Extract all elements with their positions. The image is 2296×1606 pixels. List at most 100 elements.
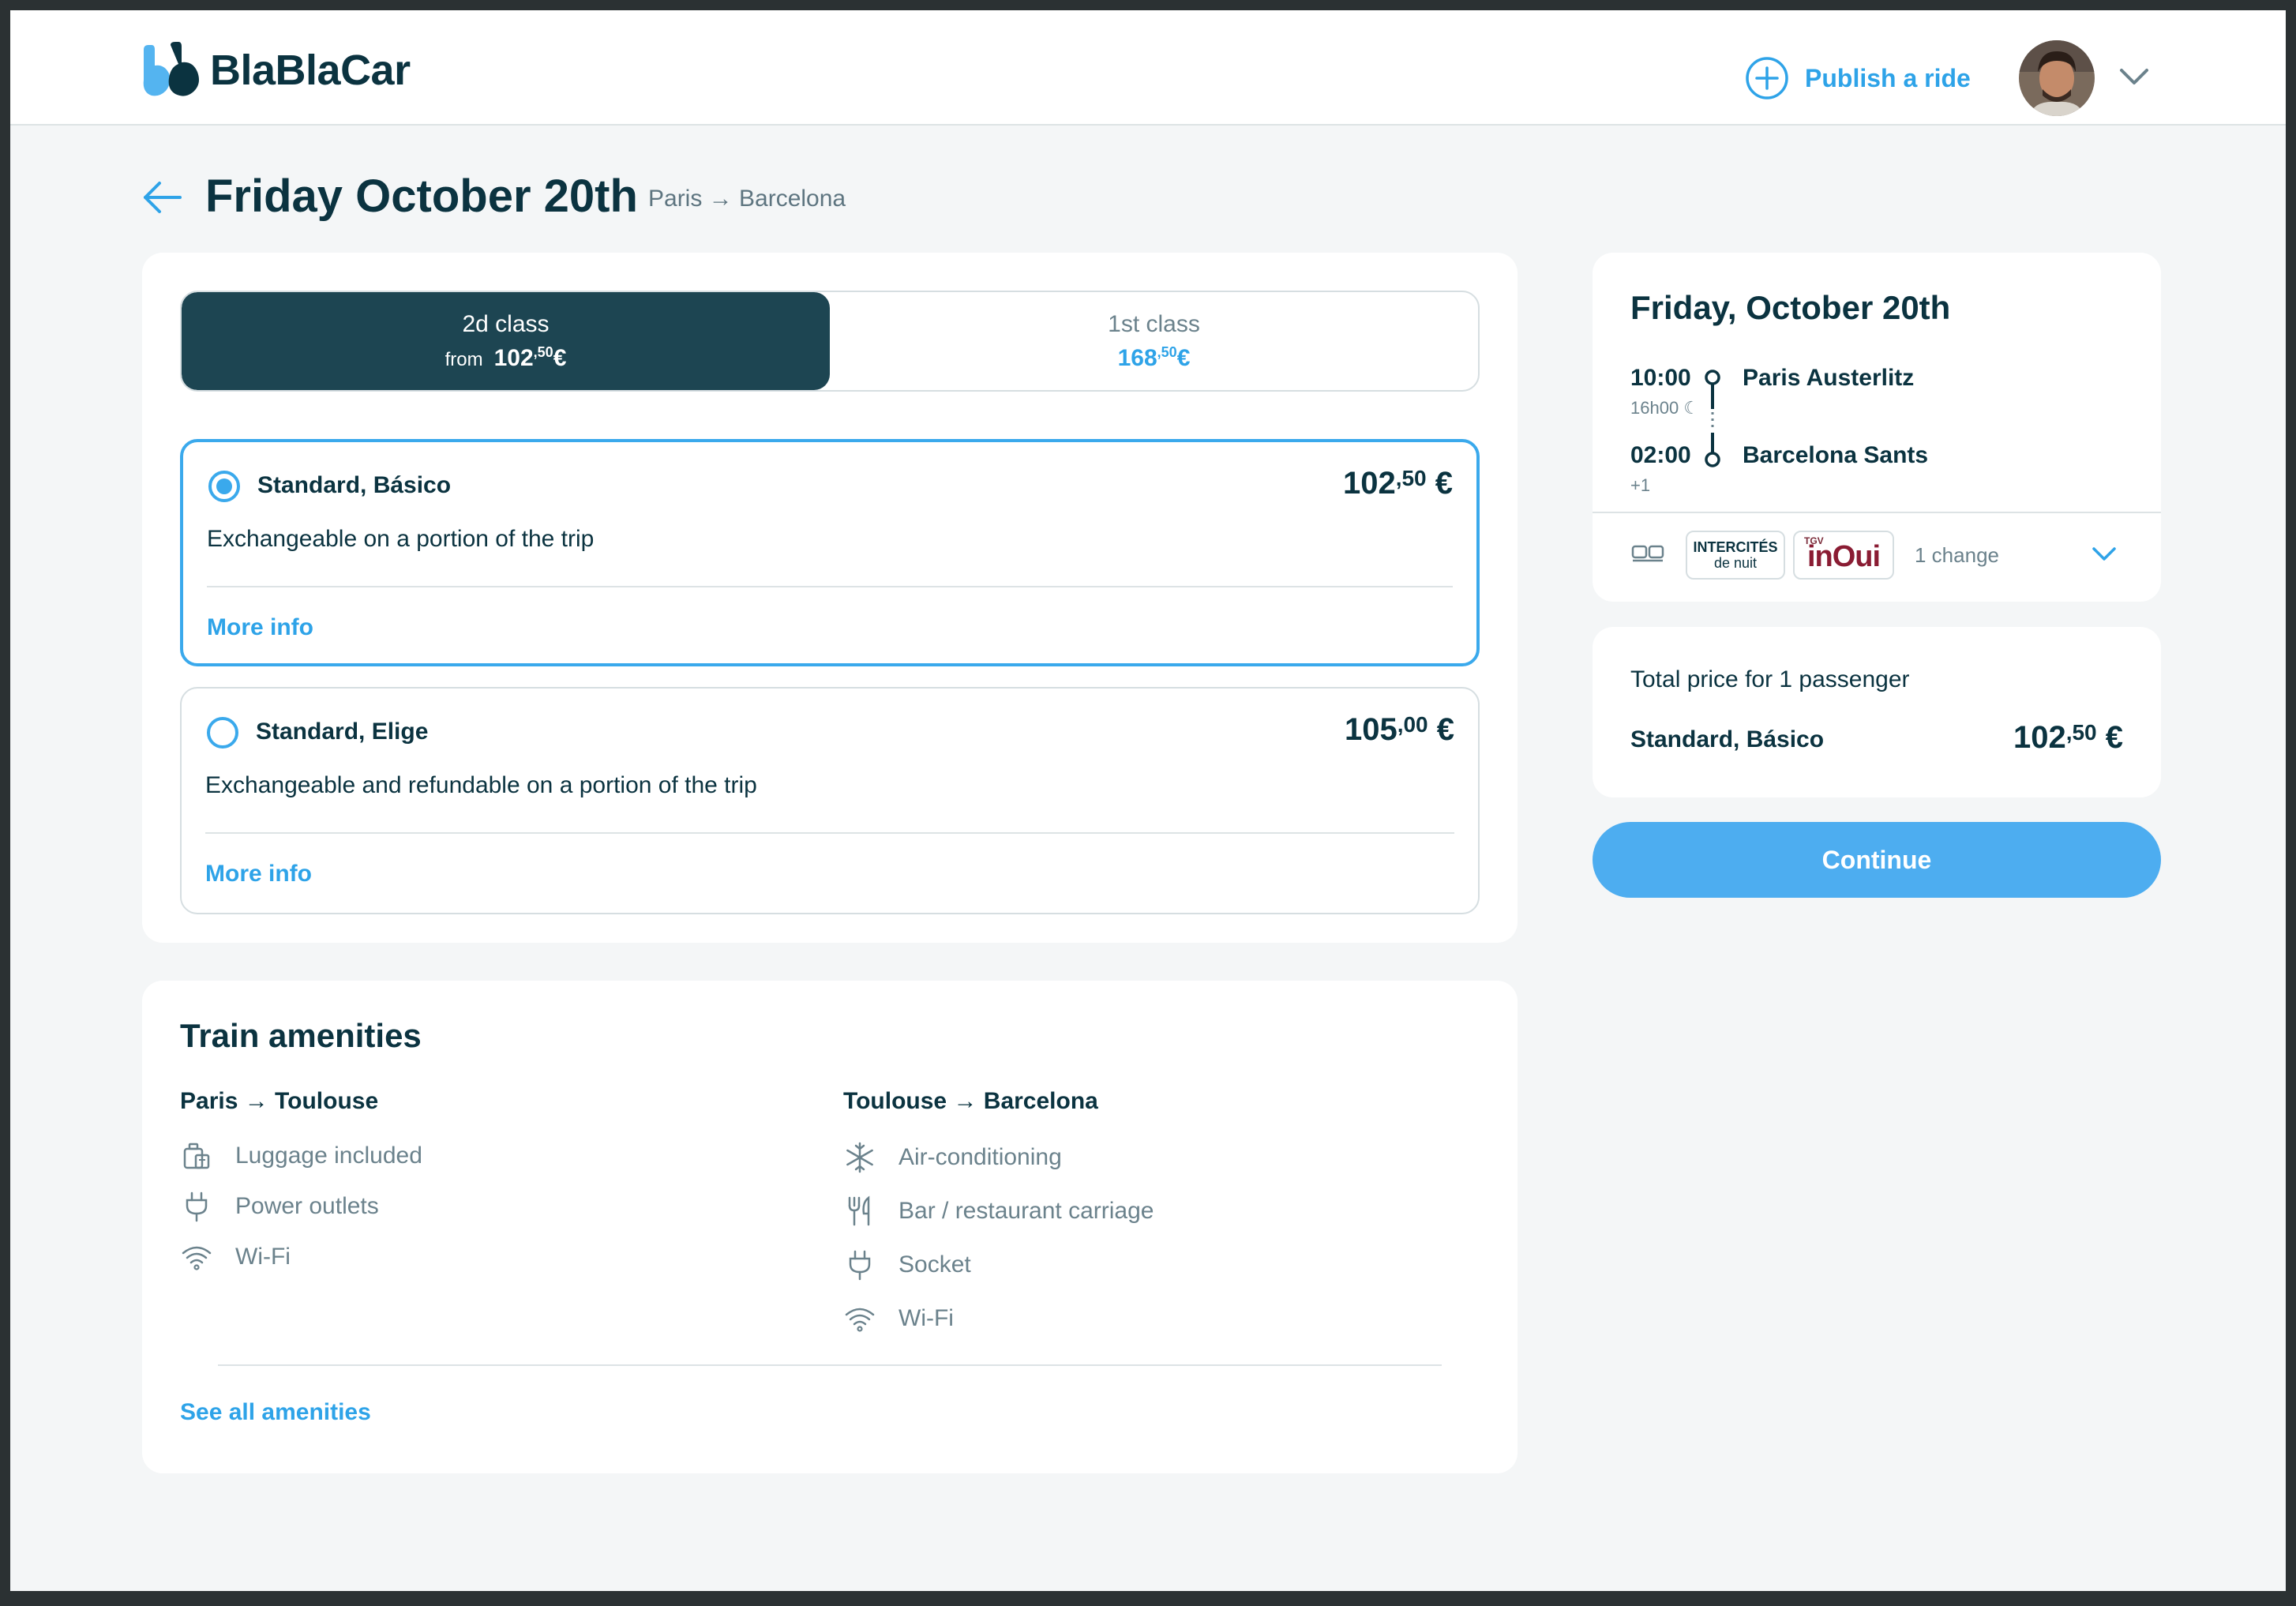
operator-small: TGV: [1804, 535, 1824, 546]
tab-label: 1st class: [1108, 310, 1200, 337]
fare-price-currency: €: [1426, 466, 1453, 501]
total-price-currency: €: [2096, 720, 2123, 755]
fare-price-decimals: ,00: [1397, 712, 1428, 737]
tab-label: 2d class: [462, 310, 550, 337]
train-bed-icon: [1631, 545, 1664, 562]
amenity-label: Bar / restaurant carriage: [899, 1198, 1154, 1224]
arrival-time: 02:00: [1630, 442, 1691, 468]
amenity-item: Air-conditioning: [843, 1131, 1154, 1184]
blablacar-logo[interactable]: BlaBlaCar: [141, 42, 411, 99]
tgv-inoui-badge: TGV inOui: [1793, 531, 1894, 580]
avatar-image: [2019, 40, 2095, 116]
total-label: Total price for 1 passenger: [1630, 666, 1910, 692]
fare-price-main: 105: [1344, 712, 1397, 747]
divider: [218, 1364, 1442, 1366]
wifi-icon: [845, 1308, 875, 1332]
more-info-link[interactable]: More info: [205, 861, 312, 887]
changes-count: 1 change: [1915, 543, 1999, 567]
radio-button[interactable]: [207, 717, 238, 749]
divider: [207, 586, 1453, 587]
snowflake-icon: [846, 1142, 873, 1173]
amenity-label: Wi-Fi: [899, 1305, 954, 1331]
amenity-label: Air-conditioning: [899, 1144, 1062, 1170]
amenities-title: Train amenities: [180, 1017, 422, 1054]
tab-price-line: from 102,50€: [445, 344, 567, 372]
amenity-label: Socket: [899, 1251, 971, 1278]
tab-price: 102,50€: [494, 344, 567, 372]
total-price: 102,50 €: [2013, 720, 2123, 756]
more-info-link[interactable]: More info: [207, 614, 313, 641]
fork-knife-icon: [848, 1195, 870, 1226]
total-fare-name: Standard, Básico: [1630, 726, 1825, 752]
amenity-label: Wi-Fi: [235, 1244, 291, 1270]
amenity-label: Luggage included: [235, 1143, 422, 1169]
train-amenities-card: Train amenities Paris → Toulouse Luggage…: [142, 981, 1518, 1473]
intercites-de-nuit-badge: INTERCITÉS de nuit: [1686, 531, 1785, 580]
duration-text: 16h00: [1630, 398, 1679, 418]
amenity-item: Bar / restaurant carriage: [843, 1184, 1154, 1238]
trip-summary-card: Friday, October 20th 10:00 16h00 ☾ 02:00…: [1593, 253, 2161, 602]
blablacar-logo-icon: [143, 42, 199, 96]
tab-price-main: 168: [1117, 344, 1157, 371]
departure-time: 10:00: [1630, 365, 1691, 391]
luggage-icon: [183, 1143, 210, 1169]
segment-route: Paris → Toulouse: [180, 1088, 379, 1114]
operator-name: INTERCITÉS: [1693, 539, 1778, 555]
page-title: Friday October 20th: [205, 171, 638, 222]
operator-subname: de nuit: [1713, 555, 1758, 571]
trip-duration: 16h00 ☾: [1630, 398, 1699, 418]
amenity-item: Wi-Fi: [180, 1232, 422, 1282]
total-price-decimals: ,50: [2065, 720, 2097, 745]
tab-price-decimals: ,50: [1157, 343, 1177, 360]
tab-price-decimals: ,50: [533, 343, 553, 360]
route-subtitle: Paris → Barcelona: [648, 186, 846, 212]
amenity-item: Socket: [843, 1238, 1154, 1292]
power-plug-icon: [186, 1191, 208, 1222]
fare-option-elige[interactable]: Standard, Elige 105,00 € Exchangeable an…: [180, 687, 1480, 914]
tab-1st-class[interactable]: 1st class 168,50€: [830, 292, 1478, 390]
fare-price: 105,00 €: [1345, 712, 1454, 748]
fare-option-basico[interactable]: Standard, Básico 102,50 € Exchangeable o…: [180, 439, 1480, 666]
fare-price-decimals: ,50: [1395, 466, 1427, 490]
app-window: BlaBlaCar Publish a ride Friday October …: [10, 10, 2286, 1591]
fare-description: Exchangeable on a portion of the trip: [207, 526, 595, 552]
amenities-segment-2: Toulouse → Barcelona Air-conditioning Ba…: [843, 1088, 1154, 1345]
fare-description: Exchangeable and refundable on a portion…: [205, 772, 757, 798]
tab-2d-class[interactable]: 2d class from 102,50€: [182, 292, 830, 390]
see-all-amenities-link[interactable]: See all amenities: [180, 1399, 371, 1426]
segment-route: Toulouse → Barcelona: [843, 1088, 1098, 1114]
top-header: BlaBlaCar Publish a ride: [10, 10, 2286, 126]
departure-station: Paris Austerlitz: [1743, 365, 1915, 391]
fare-price-main: 102: [1342, 466, 1396, 501]
class-tabs: 2d class from 102,50€ 1st class 168,50€: [180, 291, 1480, 392]
amenity-item: Power outlets: [180, 1181, 422, 1232]
plus-circle-icon: [1746, 57, 1788, 99]
chevron-down-icon[interactable]: [2090, 543, 2118, 564]
arrival-station: Barcelona Sants: [1743, 442, 1929, 468]
trip-date: Friday, October 20th: [1630, 289, 1951, 326]
chevron-down-icon[interactable]: [2117, 64, 2152, 88]
logo-text: BlaBlaCar: [210, 47, 411, 94]
fare-price-currency: €: [1427, 712, 1454, 747]
tab-price-currency: €: [1176, 344, 1191, 371]
divider: [205, 832, 1454, 834]
fare-name: Standard, Elige: [256, 719, 429, 745]
publish-ride-label: Publish a ride: [1805, 63, 1971, 92]
tab-price-main: 102: [493, 344, 534, 371]
tab-price-currency: €: [553, 344, 567, 371]
tab-price: 168,50€: [1118, 344, 1191, 372]
amenities-segment-1: Paris → Toulouse Luggage included Power: [180, 1088, 422, 1282]
back-arrow-icon[interactable]: [141, 178, 183, 217]
user-avatar[interactable]: [2019, 40, 2095, 116]
publish-ride-button[interactable]: Publish a ride: [1745, 56, 1971, 100]
amenity-label: Power outlets: [235, 1193, 379, 1219]
radio-button-selected[interactable]: [208, 471, 240, 502]
amenity-item: Wi-Fi: [843, 1292, 1154, 1345]
continue-button[interactable]: Continue: [1593, 822, 2161, 898]
fare-selection-card: 2d class from 102,50€ 1st class 168,50€ …: [142, 253, 1518, 943]
day-offset: +1: [1630, 475, 1651, 495]
divider: [1593, 512, 2161, 513]
total-price-card: Total price for 1 passenger Standard, Bá…: [1593, 627, 2161, 797]
tab-price-line: 168,50€: [1118, 344, 1191, 372]
power-plug-icon: [849, 1250, 871, 1281]
